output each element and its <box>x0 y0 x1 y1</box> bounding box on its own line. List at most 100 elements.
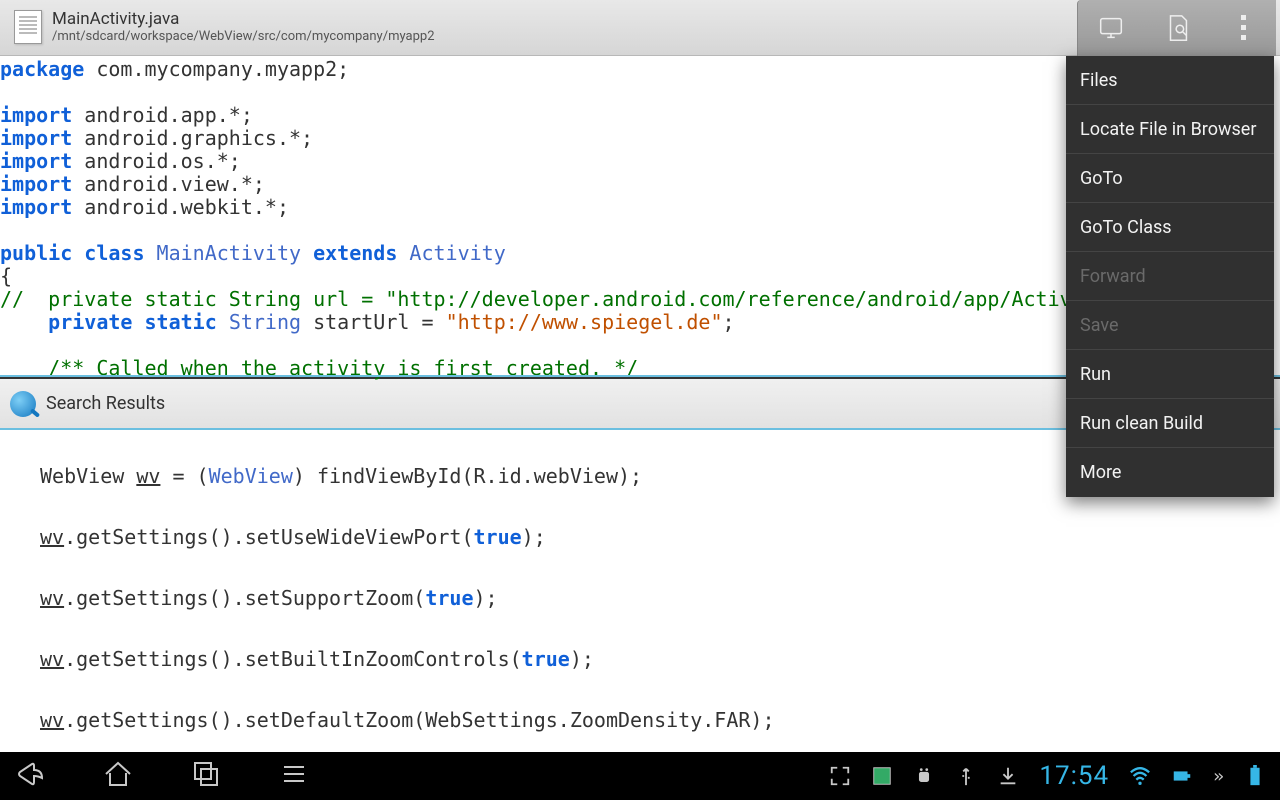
code-text: android.webkit.*; <box>72 195 289 219</box>
keyword: class <box>84 241 144 265</box>
wifi-icon <box>1129 765 1151 787</box>
menu-item-label: Run <box>1080 364 1111 385</box>
comment: /** Called when the activity is first cr… <box>48 356 638 380</box>
code-text: ; <box>723 310 735 334</box>
menu-item-locate-file[interactable]: Locate File in Browser <box>1066 105 1274 154</box>
matched-token: wv <box>136 464 160 488</box>
android-icon <box>913 765 935 787</box>
code-text: .getSettings().setDefaultZoom(WebSetting… <box>64 708 774 732</box>
code-text: { <box>0 264 12 288</box>
keyword: import <box>0 172 72 196</box>
code-text: com.mycompany.myapp2; <box>84 57 349 81</box>
battery-widget-icon <box>1171 765 1193 787</box>
code-text: android.graphics.*; <box>72 126 313 150</box>
keyword: static <box>145 310 217 334</box>
matched-token: wv <box>40 708 64 732</box>
menu-item-save: Save <box>1066 301 1274 350</box>
search-result-row[interactable]: wv.getSettings().setSupportZoom(true); <box>0 587 1280 625</box>
keyword: public <box>0 241 72 265</box>
device-preview-button[interactable] <box>1078 0 1144 56</box>
keyword: extends <box>313 241 397 265</box>
code-text: ); <box>570 647 594 671</box>
search-result-row[interactable]: wv.getSettings().setBuiltInZoomControls(… <box>0 648 1280 686</box>
title-bar: MainActivity.java /mnt/sdcard/workspace/… <box>0 0 1280 56</box>
download-icon <box>997 765 1019 787</box>
comment: private static String url = "http://deve… <box>24 287 1180 311</box>
file-path: /mnt/sdcard/workspace/WebView/src/com/my… <box>52 30 435 45</box>
expand-tray-icon: » <box>1213 766 1224 787</box>
search-result-row[interactable]: wv.getSettings().setUseWideViewPort(true… <box>0 526 1280 564</box>
menu-item-label: Forward <box>1080 266 1146 287</box>
code-text: ); <box>522 525 546 549</box>
code-text: android.app.*; <box>72 103 253 127</box>
menu-item-label: GoTo <box>1080 168 1123 189</box>
code-text: ( <box>197 464 209 488</box>
type-name: MainActivity <box>145 241 314 265</box>
search-results-title: Search Results <box>46 393 165 414</box>
menu-item-label: Run clean Build <box>1080 413 1203 434</box>
menu-item-more[interactable]: More <box>1066 448 1274 497</box>
home-icon <box>102 758 134 790</box>
menu-item-goto[interactable]: GoTo <box>1066 154 1274 203</box>
menu-item-label: More <box>1080 462 1121 483</box>
usb-icon <box>955 765 977 787</box>
document-icon <box>14 10 42 44</box>
file-name: MainActivity.java <box>52 10 435 30</box>
keyword: import <box>0 195 72 219</box>
menu-item-goto-class[interactable]: GoTo Class <box>1066 203 1274 252</box>
keyword: true <box>522 647 570 671</box>
back-icon <box>14 758 46 790</box>
search-in-file-button[interactable] <box>1144 0 1210 56</box>
back-button[interactable] <box>14 758 46 794</box>
keyword: private <box>48 310 132 334</box>
type-name: String <box>229 310 301 334</box>
system-nav-bar: 17:54 » <box>0 752 1280 800</box>
menu-button[interactable] <box>278 758 310 794</box>
fullscreen-icon <box>829 765 851 787</box>
comment: // <box>0 287 24 311</box>
battery-icon <box>1244 765 1266 787</box>
code-text: = <box>160 464 196 488</box>
keyword: true <box>474 525 522 549</box>
matched-token: wv <box>40 586 64 610</box>
recents-icon <box>190 758 222 790</box>
menu-item-run[interactable]: Run <box>1066 350 1274 399</box>
type-name: WebView <box>209 464 293 488</box>
menu-item-label: Locate File in Browser <box>1080 119 1256 140</box>
code-text: ); <box>474 586 498 610</box>
menu-icon <box>278 758 310 790</box>
monitor-icon <box>1096 13 1126 43</box>
search-icon <box>10 391 36 417</box>
matched-token: wv <box>40 647 64 671</box>
string-literal: "http://www.spiegel.de" <box>446 310 723 334</box>
keyword: import <box>0 126 72 150</box>
keyword: package <box>0 57 84 81</box>
code-text: android.view.*; <box>72 172 265 196</box>
open-file-tab[interactable]: MainActivity.java /mnt/sdcard/workspace/… <box>4 6 445 48</box>
menu-item-files[interactable]: Files <box>1066 56 1274 105</box>
code-text: .getSettings().setUseWideViewPort( <box>64 525 473 549</box>
recents-button[interactable] <box>190 758 222 794</box>
code-text: WebView <box>40 464 136 488</box>
keyword: import <box>0 103 72 127</box>
kebab-icon <box>1241 15 1246 40</box>
menu-item-forward: Forward <box>1066 252 1274 301</box>
type-name: Activity <box>397 241 505 265</box>
keyword: import <box>0 149 72 173</box>
keyword: true <box>425 586 473 610</box>
code-text: .getSettings().setSupportZoom( <box>64 586 425 610</box>
code-text: startUrl = <box>301 310 446 334</box>
action-bar <box>1077 0 1276 56</box>
code-text: .getSettings().setBuiltInZoomControls( <box>64 647 522 671</box>
app-icon <box>871 765 893 787</box>
system-tray[interactable]: 17:54 » <box>829 761 1280 791</box>
file-search-icon <box>1163 13 1193 43</box>
menu-item-label: GoTo Class <box>1080 217 1172 238</box>
home-button[interactable] <box>102 758 134 794</box>
overflow-menu: Files Locate File in Browser GoTo GoTo C… <box>1066 56 1274 497</box>
menu-item-run-clean-build[interactable]: Run clean Build <box>1066 399 1274 448</box>
matched-token: wv <box>40 525 64 549</box>
overflow-menu-button[interactable] <box>1210 0 1276 56</box>
menu-item-label: Files <box>1080 70 1118 91</box>
search-result-row[interactable]: wv.getSettings().setDefaultZoom(WebSetti… <box>0 709 1280 747</box>
